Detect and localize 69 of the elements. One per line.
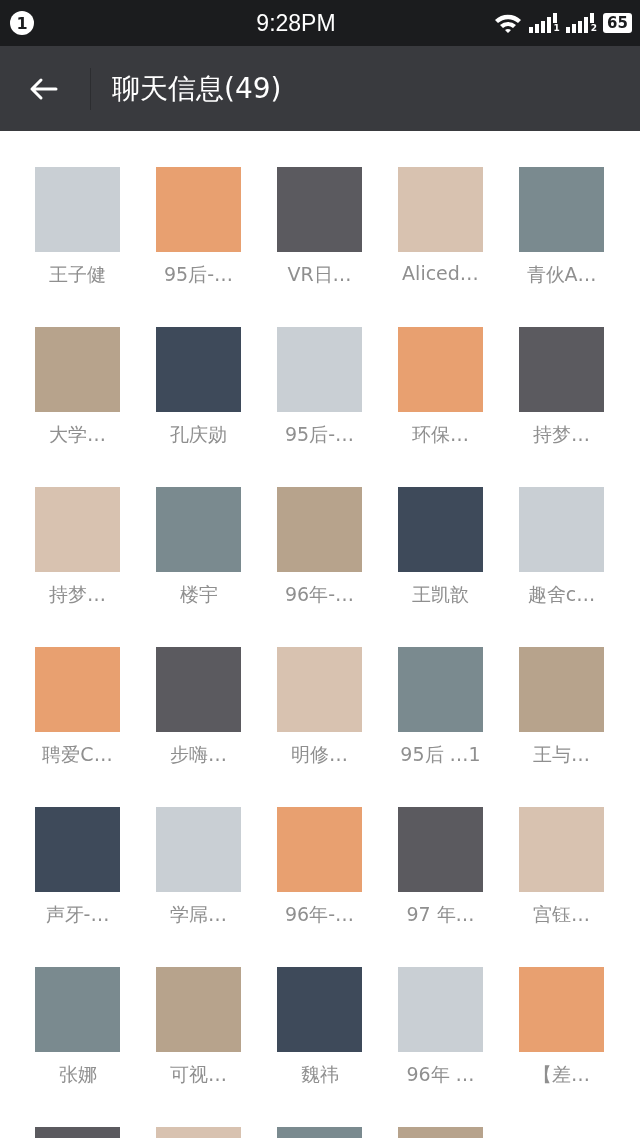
member-name: 明修… <box>291 742 348 767</box>
avatar-photo[interactable] <box>519 487 604 572</box>
sim-number: 2 <box>590 24 598 33</box>
avatar-photo[interactable] <box>519 167 604 252</box>
avatar-photo[interactable] <box>156 647 241 732</box>
member-name: 楼宇 <box>179 582 218 607</box>
member-name: 持梦… <box>533 422 590 447</box>
avatar-photo[interactable] <box>277 487 362 572</box>
avatar-photo[interactable] <box>277 167 362 252</box>
member-name: 持梦… <box>49 582 106 607</box>
avatar-photo[interactable] <box>156 487 241 572</box>
avatar-photo[interactable] <box>277 967 362 1052</box>
avatar-photo[interactable] <box>398 327 483 412</box>
avatar-photo[interactable] <box>277 327 362 412</box>
member-name: 95后 …1 <box>400 742 481 767</box>
member-name: 声牙-… <box>45 902 110 927</box>
member-name: 宫钰… <box>533 902 590 927</box>
avatar-photo[interactable] <box>35 487 120 572</box>
member-name: VR日… <box>287 262 352 287</box>
member-name: 聘爱C… <box>42 742 113 767</box>
avatar-photo[interactable] <box>398 487 483 572</box>
clock-time: 9:28PM <box>256 9 336 37</box>
member-name: 96年-… <box>284 902 354 927</box>
avatar-photo[interactable] <box>277 807 362 892</box>
member-name: 96年-… <box>284 582 354 607</box>
avatar-photo[interactable] <box>35 807 120 892</box>
member-name: 95后-… <box>284 422 354 447</box>
avatar-photo[interactable] <box>156 967 241 1052</box>
member-name: Aliced… <box>402 262 479 284</box>
member-name: 环保… <box>412 422 469 447</box>
battery-level: 65 <box>603 13 632 33</box>
avatar-photo[interactable] <box>519 807 604 892</box>
chat-info-title: 聊天信息(49) <box>112 70 282 107</box>
member-name: 步嗨… <box>170 742 227 767</box>
member-name: 95后-… <box>163 262 233 287</box>
member-name: 王与… <box>533 742 590 767</box>
avatar-photo[interactable] <box>398 167 483 252</box>
member-name: 学屌… <box>170 902 227 927</box>
member-name: 大学… <box>49 422 106 447</box>
avatar-photo[interactable] <box>398 967 483 1052</box>
member-name: 王子健 <box>49 262 106 287</box>
avatar-photo[interactable] <box>156 807 241 892</box>
member-name: 青伙A… <box>526 262 597 287</box>
member-name: 孔庆勋 <box>170 422 227 447</box>
notification-badge: 1 <box>10 11 34 35</box>
signal-icon <box>565 13 596 33</box>
avatar-photo[interactable] <box>398 807 483 892</box>
avatar-photo[interactable] <box>35 327 120 412</box>
avatar-photo[interactable] <box>156 167 241 252</box>
back-arrow-icon <box>28 76 58 101</box>
sim-number: 1 <box>553 24 560 33</box>
avatar-photo[interactable] <box>519 327 604 412</box>
avatar-photo[interactable] <box>277 647 362 732</box>
member-name: 趣舍c… <box>527 582 596 607</box>
avatar-photo[interactable] <box>35 647 120 732</box>
avatar-photo[interactable] <box>35 967 120 1052</box>
member-name: 96年 … <box>406 1062 475 1087</box>
member-name: 可视… <box>170 1062 227 1087</box>
avatar-photo[interactable] <box>519 647 604 732</box>
signal-icon <box>528 13 559 33</box>
member-name: 王凯歆 <box>412 582 469 607</box>
avatar-photo[interactable] <box>398 647 483 732</box>
avatar-photo[interactable] <box>156 327 241 412</box>
member-name: 97 年… <box>406 902 475 927</box>
avatar-photo[interactable] <box>35 167 120 252</box>
member-name: 【差… <box>533 1062 590 1087</box>
avatar-photo[interactable] <box>519 967 604 1052</box>
member-name: 张娜 <box>58 1062 97 1087</box>
member-name: 魏祎 <box>300 1062 339 1087</box>
